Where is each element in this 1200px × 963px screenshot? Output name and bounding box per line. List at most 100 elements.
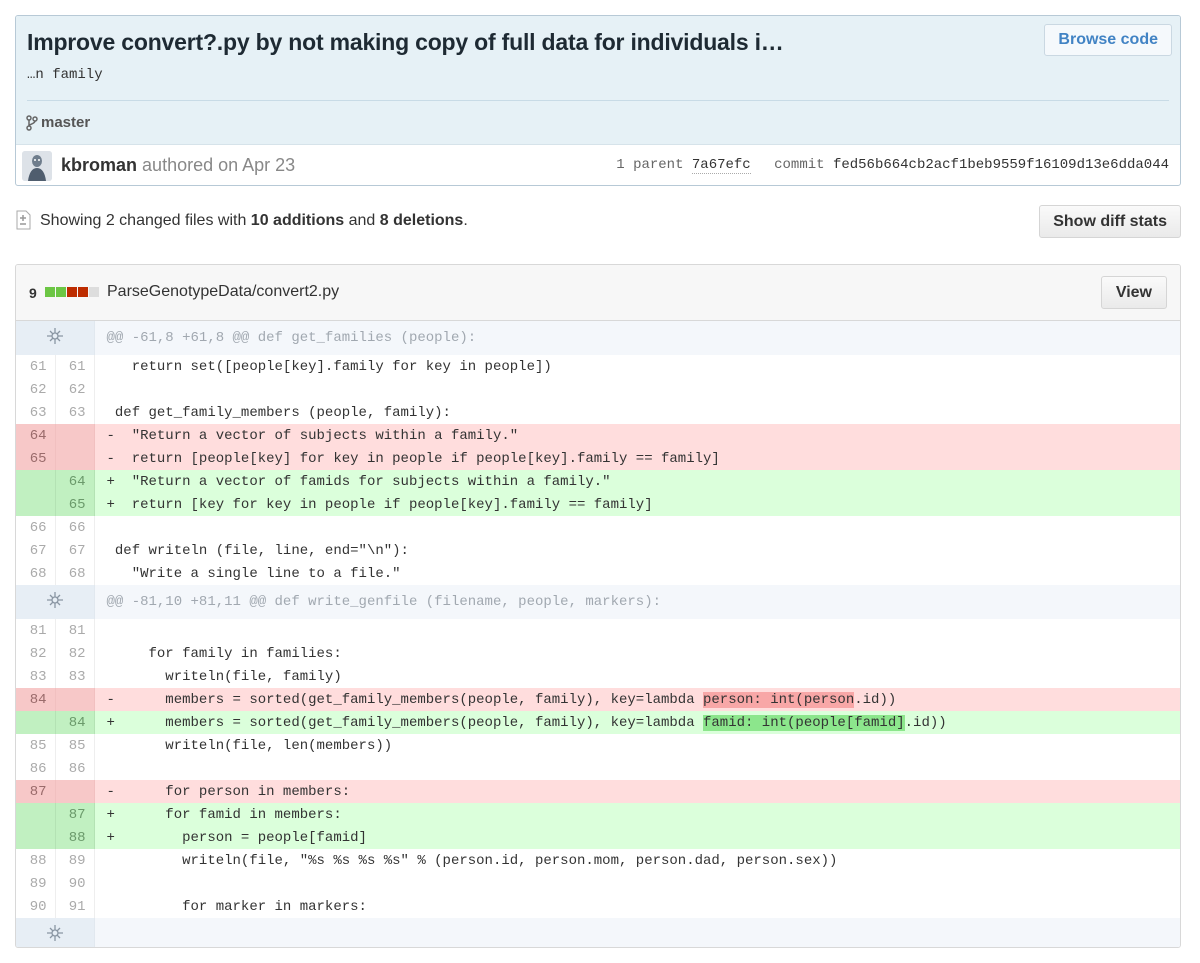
deleted-line: 87 - for person in members: xyxy=(16,780,1180,803)
old-line-number[interactable]: 82 xyxy=(16,642,56,665)
hunk-header-text: @@ -81,10 +81,11 @@ def write_genfile (f… xyxy=(94,585,1180,619)
commit-sha: fed56b664cb2acf1beb9559f16109d13e6dda044 xyxy=(832,157,1169,173)
commit-title: Improve convert?.py by not making copy o… xyxy=(27,29,784,55)
added-line: 87 + for famid in members: xyxy=(16,803,1180,826)
added-line: 64 + "Return a vector of famids for subje… xyxy=(16,470,1180,493)
branch-icon xyxy=(26,114,38,131)
new-line-number[interactable]: 82 xyxy=(55,642,95,665)
old-line-number[interactable] xyxy=(16,470,56,493)
new-line-number[interactable]: 81 xyxy=(55,619,95,642)
new-line-number[interactable]: 88 xyxy=(55,826,95,849)
old-line-number[interactable]: 84 xyxy=(16,688,56,711)
old-line-number[interactable]: 67 xyxy=(16,539,56,562)
parent-label: 1 parent xyxy=(616,157,684,173)
context-line: 62 62 xyxy=(16,378,1180,401)
author-name[interactable]: kbroman xyxy=(61,155,137,175)
expand-icon[interactable] xyxy=(16,918,95,947)
old-line-number[interactable] xyxy=(16,803,56,826)
added-line: 84 + members = sorted(get_family_members(… xyxy=(16,711,1180,734)
hunk-header-text: @@ -61,8 +61,8 @@ def get_families (peop… xyxy=(94,321,1180,355)
expand-icon[interactable] xyxy=(16,321,95,355)
new-line-number[interactable]: 85 xyxy=(55,734,95,757)
added-line: 65 + return [key for key in people if peo… xyxy=(16,493,1180,516)
new-line-number[interactable]: 87 xyxy=(55,803,95,826)
new-line-number[interactable]: 86 xyxy=(55,757,95,780)
code-line xyxy=(94,516,1180,539)
parent-sha-link[interactable]: 7a67efc xyxy=(691,157,751,174)
old-line-number[interactable]: 81 xyxy=(16,619,56,642)
file-path: ParseGenotypeData/convert2.py xyxy=(107,283,340,300)
added-line: 88 + person = people[famid] xyxy=(16,826,1180,849)
old-line-number[interactable]: 87 xyxy=(16,780,56,803)
code-line: def get_family_members (people, family): xyxy=(106,404,451,421)
expand-icon[interactable] xyxy=(16,585,95,619)
code-line xyxy=(94,378,1180,401)
new-line-number[interactable] xyxy=(55,447,95,470)
context-line: 63 63 def get_family_members (people, fam… xyxy=(16,401,1180,424)
new-line-number[interactable]: 62 xyxy=(55,378,95,401)
code-line: for family in families: xyxy=(106,645,342,662)
file-header: 9 ParseGenotypeData/convert2.py View xyxy=(16,265,1180,321)
view-file-button[interactable]: View xyxy=(1100,276,1167,309)
browse-code-button[interactable]: Browse code xyxy=(1044,24,1172,56)
code-line: - return [people[key] for key in people … xyxy=(94,447,1180,470)
old-line-number[interactable]: 68 xyxy=(16,562,56,585)
context-line: 89 90 xyxy=(16,872,1180,895)
old-line-number[interactable]: 86 xyxy=(16,757,56,780)
branch-label[interactable]: master xyxy=(26,114,90,131)
author-line: kbroman authored on Apr 23 xyxy=(61,155,295,176)
toc-summary: Showing 2 changed files with 10 addition… xyxy=(40,212,468,230)
old-line-number[interactable] xyxy=(16,711,56,734)
word-diff-highlight: person: int(person xyxy=(703,691,855,708)
diffstat-block xyxy=(89,287,99,297)
new-line-number[interactable] xyxy=(55,780,95,803)
new-line-number[interactable]: 61 xyxy=(55,355,95,378)
toc-and: and xyxy=(344,212,380,229)
old-line-number[interactable] xyxy=(16,493,56,516)
show-diff-stats-button[interactable]: Show diff stats xyxy=(1039,205,1181,238)
context-line: 83 83 writeln(file, family) xyxy=(16,665,1180,688)
old-line-number[interactable]: 64 xyxy=(16,424,56,447)
new-line-number[interactable]: 67 xyxy=(55,539,95,562)
old-line-number[interactable]: 89 xyxy=(16,872,56,895)
new-line-number[interactable]: 68 xyxy=(55,562,95,585)
deleted-line: 65 - return [people[key] for key in peopl… xyxy=(16,447,1180,470)
context-line: 90 91 for marker in markers: xyxy=(16,895,1180,918)
commit-header: Improve convert?.py by not making copy o… xyxy=(16,16,1180,144)
old-line-number[interactable]: 66 xyxy=(16,516,56,539)
new-line-number[interactable]: 84 xyxy=(55,711,95,734)
divider xyxy=(27,100,1169,101)
old-line-number[interactable]: 63 xyxy=(16,401,56,424)
code-line: + members = sorted(get_family_members(pe… xyxy=(94,711,1180,734)
new-line-number[interactable]: 65 xyxy=(55,493,95,516)
new-line-number[interactable]: 89 xyxy=(55,849,95,872)
code-line: + for famid in members: xyxy=(94,803,1180,826)
new-line-number[interactable]: 66 xyxy=(55,516,95,539)
new-line-number[interactable]: 64 xyxy=(55,470,95,493)
code-text: + members = sorted(get_family_members(pe… xyxy=(106,714,703,731)
context-line: 85 85 writeln(file, len(members)) xyxy=(16,734,1180,757)
old-line-number[interactable]: 83 xyxy=(16,665,56,688)
old-line-number[interactable]: 62 xyxy=(16,378,56,401)
commit-meta: kbroman authored on Apr 23 1 parent 7a67… xyxy=(16,144,1180,185)
code-line: "Write a single line to a file." xyxy=(106,565,401,582)
deletions-count: 8 deletions xyxy=(379,212,464,229)
new-line-number[interactable] xyxy=(55,424,95,447)
new-line-number[interactable]: 83 xyxy=(55,665,95,688)
new-line-number[interactable]: 63 xyxy=(55,401,95,424)
old-line-number[interactable]: 85 xyxy=(16,734,56,757)
code-line: + person = people[famid] xyxy=(94,826,1180,849)
new-line-number[interactable]: 91 xyxy=(55,895,95,918)
avatar[interactable] xyxy=(22,151,52,181)
old-line-number[interactable] xyxy=(16,826,56,849)
old-line-number[interactable]: 88 xyxy=(16,849,56,872)
code-line: + "Return a vector of famids for subject… xyxy=(94,470,1180,493)
old-line-number[interactable]: 61 xyxy=(16,355,56,378)
change-count: 9 xyxy=(29,285,37,301)
old-line-number[interactable]: 90 xyxy=(16,895,56,918)
new-line-number[interactable]: 90 xyxy=(55,872,95,895)
new-line-number[interactable] xyxy=(55,688,95,711)
context-line: 68 68 "Write a single line to a file." xyxy=(16,562,1180,585)
file-diff-icon xyxy=(15,210,31,235)
old-line-number[interactable]: 65 xyxy=(16,447,56,470)
